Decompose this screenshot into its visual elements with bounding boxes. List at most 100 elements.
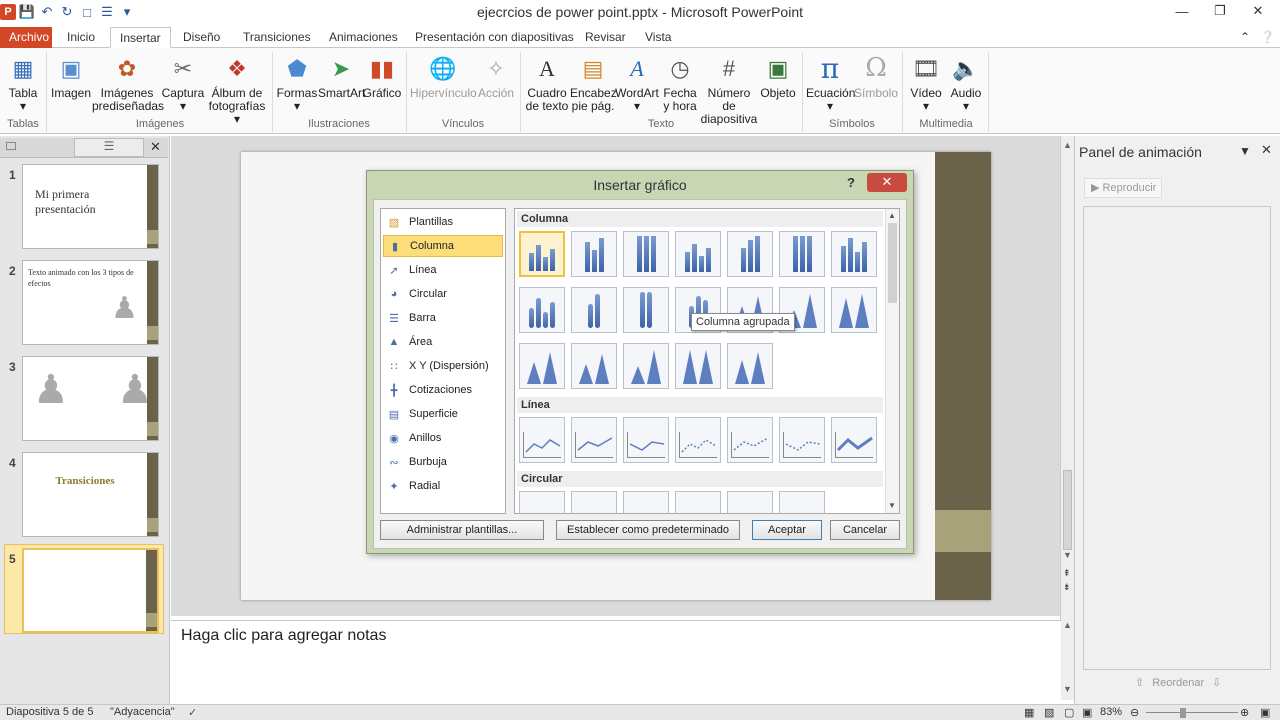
notes-scroll-up-icon[interactable]: ▲ bbox=[1063, 620, 1072, 630]
notes-scroll-down-icon[interactable]: ▼ bbox=[1063, 684, 1072, 694]
chart-type-columna-3d[interactable] bbox=[831, 231, 877, 277]
video-button[interactable]: 🎞 Vídeo ▾ bbox=[906, 52, 946, 113]
tab-presentacion[interactable]: Presentación con diapositivas bbox=[406, 27, 583, 48]
play-button[interactable]: ▶ Reproducir bbox=[1084, 178, 1162, 198]
slideshow-icon[interactable]: ▣ bbox=[1082, 706, 1092, 719]
chart-type-piramide-apilada[interactable] bbox=[623, 343, 669, 389]
tab-animaciones[interactable]: Animaciones bbox=[320, 27, 407, 48]
customize-qat-icon[interactable]: ▾ bbox=[118, 3, 136, 21]
spell-check-icon[interactable]: ✓ bbox=[188, 706, 197, 719]
minimize-button[interactable]: — bbox=[1164, 0, 1200, 22]
help-icon[interactable]: ❔ bbox=[1256, 27, 1279, 48]
slide-thumbnail-3[interactable]: ♟ ♟ bbox=[22, 356, 159, 441]
chart-type-cilindro-apilado[interactable] bbox=[571, 287, 617, 333]
category-area[interactable]: ▲ Área bbox=[383, 331, 503, 353]
chart-type-linea-apilada-marcadores[interactable] bbox=[727, 417, 773, 463]
category-barra[interactable]: ☰ Barra bbox=[383, 307, 503, 329]
chart-type-columna-3d-agrupada[interactable] bbox=[675, 231, 721, 277]
category-circular[interactable]: ◕ Circular bbox=[383, 283, 503, 305]
tabla-button[interactable]: ▦ Tabla ▾ bbox=[4, 52, 42, 113]
tab-archivo[interactable]: Archivo bbox=[0, 27, 52, 48]
smartart-button[interactable]: ➤ SmartArt bbox=[318, 52, 365, 100]
restore-button[interactable]: ❐ bbox=[1202, 0, 1238, 22]
numero-diapositiva-button[interactable]: # Número de diapositiva bbox=[700, 52, 758, 126]
tab-diseno[interactable]: Diseño bbox=[174, 27, 229, 48]
cuadro-texto-button[interactable]: A Cuadro de texto bbox=[524, 52, 570, 113]
close-panel-icon[interactable]: ✕ bbox=[1261, 142, 1272, 158]
chart-type-linea-apilada[interactable] bbox=[571, 417, 617, 463]
gallery-scrollbar[interactable]: ▲ ▼ bbox=[885, 209, 899, 513]
chart-type-linea-100-marcadores[interactable] bbox=[779, 417, 825, 463]
category-plantillas[interactable]: ▧ Plantillas bbox=[383, 211, 503, 233]
chart-type-piramide-3d[interactable] bbox=[727, 343, 773, 389]
new-slide-icon[interactable]: □ bbox=[78, 3, 96, 21]
scrollbar-thumb[interactable] bbox=[1063, 470, 1072, 550]
move-down-icon[interactable]: ⇩ bbox=[1212, 676, 1221, 689]
zoom-level[interactable]: 83% bbox=[1100, 706, 1122, 718]
collapse-ribbon-icon[interactable]: ⌃ bbox=[1236, 27, 1254, 48]
animation-list[interactable] bbox=[1083, 206, 1271, 670]
chart-type-linea-marcadores[interactable] bbox=[675, 417, 721, 463]
chart-type-barra-de-circular[interactable] bbox=[779, 491, 825, 513]
slide-thumbnail-2[interactable]: Texto animado con los 3 tipos de efectos… bbox=[22, 260, 159, 345]
grafico-button[interactable]: ▮▮ Gráfico bbox=[362, 52, 402, 100]
scroll-down-icon[interactable]: ▼ bbox=[1063, 550, 1072, 560]
category-radial[interactable]: ✦ Radial bbox=[383, 475, 503, 497]
accion-button[interactable]: ✧ Acción bbox=[476, 52, 516, 100]
chart-type-circular[interactable] bbox=[519, 491, 565, 513]
category-superficie[interactable]: ▤ Superficie bbox=[383, 403, 503, 425]
category-burbuja[interactable]: ∾ Burbuja bbox=[383, 451, 503, 473]
fit-to-window-icon[interactable]: ▣ bbox=[1260, 706, 1270, 719]
slides-tab-icon[interactable] bbox=[6, 142, 16, 150]
normal-view-icon[interactable]: ▦ bbox=[1024, 706, 1034, 719]
chart-type-piramide-100[interactable] bbox=[675, 343, 721, 389]
formas-button[interactable]: ⬟ Formas ▾ bbox=[276, 52, 318, 113]
gallery-scroll-up-icon[interactable]: ▲ bbox=[888, 211, 896, 220]
category-columna[interactable]: ▮ Columna bbox=[383, 235, 503, 257]
chart-type-circular-3d-seccionado[interactable] bbox=[727, 491, 773, 513]
chart-type-linea[interactable] bbox=[519, 417, 565, 463]
chart-type-columna-3d-100[interactable] bbox=[779, 231, 825, 277]
notes-pane[interactable]: Haga clic para agregar notas bbox=[171, 620, 1061, 704]
ecuacion-button[interactable]: π Ecuación ▾ bbox=[806, 52, 855, 113]
audio-button[interactable]: 🔈 Audio ▾ bbox=[946, 52, 986, 113]
redo-icon[interactable]: ↻ bbox=[58, 3, 76, 21]
previous-slide-icon[interactable]: ⇞ bbox=[1063, 568, 1071, 579]
objeto-button[interactable]: ▣ Objeto bbox=[758, 52, 798, 100]
cancel-button[interactable]: Cancelar bbox=[830, 520, 900, 540]
outline-tab-icon[interactable]: ☰ bbox=[74, 138, 144, 157]
chart-type-cono-3d[interactable] bbox=[519, 343, 565, 389]
simbolo-button[interactable]: Ω Símbolo bbox=[854, 52, 898, 100]
encabezado-button[interactable]: ▤ Encabez. pie pág. bbox=[570, 52, 620, 113]
category-dispersion[interactable]: ∷ X Y (Dispersión) bbox=[383, 355, 503, 377]
reading-view-icon[interactable]: ▢ bbox=[1064, 706, 1074, 719]
imagen-button[interactable]: ▣ Imagen bbox=[50, 52, 92, 100]
manage-templates-button[interactable]: Administrar plantillas... bbox=[380, 520, 544, 540]
hipervinculo-button[interactable]: 🌐 Hipervínculo bbox=[410, 52, 477, 100]
move-up-icon[interactable]: ⇧ bbox=[1135, 676, 1144, 689]
chart-type-columna-100[interactable] bbox=[623, 231, 669, 277]
tab-transiciones[interactable]: Transiciones bbox=[234, 27, 320, 48]
chart-type-linea-100[interactable] bbox=[623, 417, 669, 463]
tab-inicio[interactable]: Inicio bbox=[58, 27, 104, 48]
chart-type-circular-3d[interactable] bbox=[571, 491, 617, 513]
tab-insertar[interactable]: Insertar bbox=[110, 27, 171, 48]
dialog-help-icon[interactable]: ? bbox=[847, 175, 855, 190]
gallery-scroll-down-icon[interactable]: ▼ bbox=[888, 501, 896, 510]
chart-type-circular-con-subgrafico[interactable] bbox=[623, 491, 669, 513]
chart-type-circular-seccionado[interactable] bbox=[675, 491, 721, 513]
slide-thumbnail-1[interactable]: Mi primera presentación bbox=[22, 164, 159, 249]
slide-sorter-icon[interactable]: ▧ bbox=[1044, 706, 1054, 719]
chart-type-cilindro-agrupado[interactable] bbox=[519, 287, 565, 333]
dialog-close-button[interactable]: ✕ bbox=[867, 173, 907, 192]
fecha-hora-button[interactable]: ◷ Fecha y hora bbox=[660, 52, 700, 113]
chart-type-linea-3d[interactable] bbox=[831, 417, 877, 463]
chart-type-columna-3d-apilada[interactable] bbox=[727, 231, 773, 277]
open-icon[interactable]: ☰ bbox=[98, 3, 116, 21]
save-icon[interactable]: 💾 bbox=[18, 3, 36, 21]
chart-type-piramide-agrupada[interactable] bbox=[571, 343, 617, 389]
undo-icon[interactable]: ↶ bbox=[38, 3, 56, 21]
scroll-up-icon[interactable]: ▲ bbox=[1063, 140, 1072, 150]
vertical-scrollbar[interactable]: ▲ ▼ ⇞ ⇟ ▲ ▼ bbox=[1060, 136, 1074, 700]
category-linea[interactable]: ➚ Línea bbox=[383, 259, 503, 281]
